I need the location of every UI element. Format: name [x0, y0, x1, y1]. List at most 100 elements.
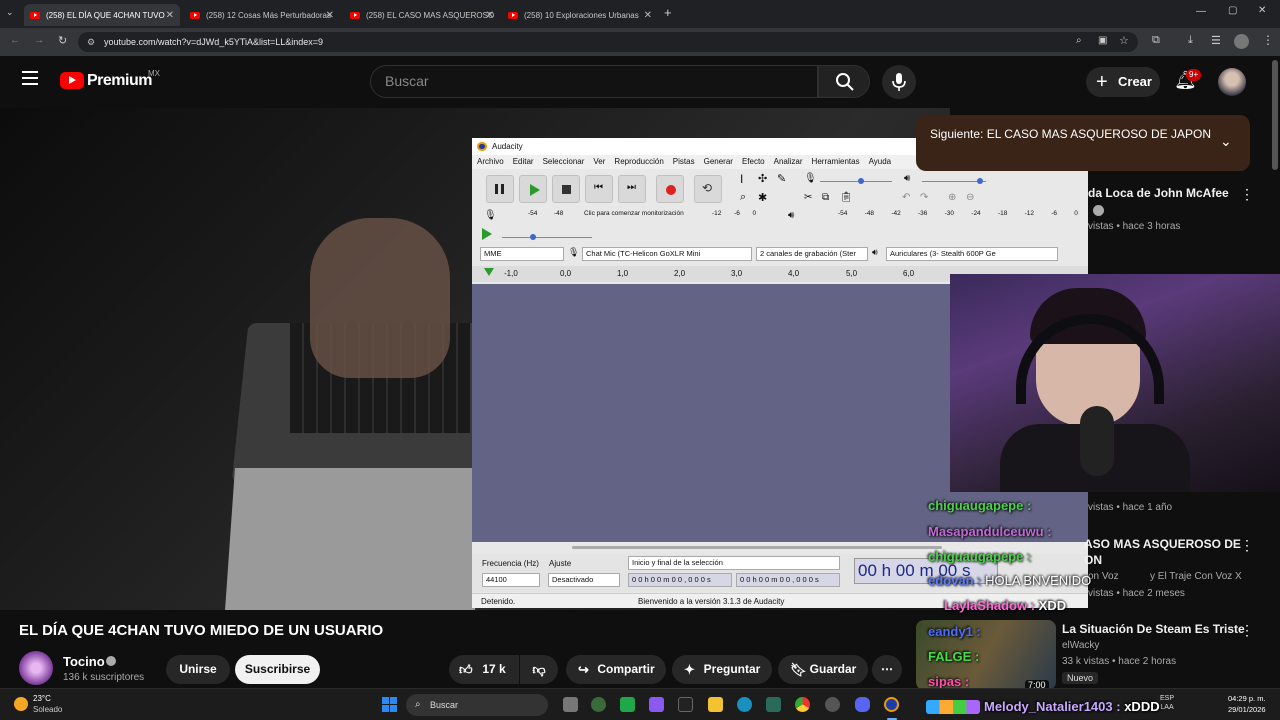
zoom-out-icon[interactable]: ⊖ [966, 192, 974, 203]
playback-meter[interactable]: -54 -48 -42 -36 -30 -24 -18 -12 -6 0 [838, 210, 1078, 217]
record-volume-slider[interactable] [820, 178, 892, 184]
multi-tool-icon[interactable]: ✱ [758, 191, 767, 204]
audio-host-select[interactable]: MME [480, 247, 564, 261]
app-icon-6[interactable] [825, 697, 840, 712]
audacity-taskbar-icon[interactable] [884, 697, 899, 712]
frequency-select[interactable]: 44100 [482, 573, 540, 587]
zoom-icon[interactable]: ⌕ [1076, 35, 1082, 46]
save-button[interactable]: 🔖︎ Guardar [778, 655, 868, 684]
stop-button[interactable] [552, 175, 580, 203]
taskbar-search[interactable]: ⌕ Buscar [406, 694, 548, 716]
site-info-icon[interactable]: ⚙ [87, 32, 95, 52]
search-input[interactable]: Buscar [370, 65, 818, 98]
kebab-menu-icon[interactable]: ⋮ [1240, 186, 1254, 203]
cut-icon[interactable]: ✂ [804, 192, 812, 203]
timeline-play-head-icon[interactable] [484, 268, 494, 276]
menu-efecto[interactable]: Efecto [742, 155, 765, 169]
undo-icon[interactable]: ↶ [902, 192, 910, 203]
channel-avatar[interactable] [19, 651, 53, 685]
like-button[interactable]: 👍︎ 17 k [449, 655, 519, 684]
subscribe-button[interactable]: Suscribirse [235, 655, 320, 684]
pause-button[interactable] [486, 175, 514, 203]
menu-pistas[interactable]: Pistas [673, 155, 695, 169]
chrome-icon[interactable] [795, 697, 810, 712]
menu-ver[interactable]: Ver [593, 155, 605, 169]
close-tab-icon[interactable]: ✕ [326, 10, 334, 21]
back-icon[interactable]: ← [10, 35, 20, 46]
horizontal-scrollbar[interactable] [572, 546, 942, 549]
chevron-down-icon[interactable]: ⌄ [1220, 133, 1232, 150]
tab-list-icon[interactable]: ⌄ [6, 7, 20, 21]
maximize-window-button[interactable]: ▢ [1228, 5, 1237, 16]
skip-end-button[interactable]: ⏭ [618, 175, 646, 203]
selection-start-time[interactable]: 0 0 h 0 0 m 0 0 , 0 0 0 s [628, 573, 732, 587]
selection-end-time[interactable]: 0 0 h 0 0 m 0 0 , 0 0 0 s [736, 573, 840, 587]
snap-select[interactable]: Desactivado [548, 573, 620, 587]
close-tab-icon[interactable]: ✕ [644, 10, 652, 21]
menu-archivo[interactable]: Archivo [477, 155, 504, 169]
clock-time[interactable]: 04:29 p. m. [1228, 694, 1266, 703]
menu-generar[interactable]: Generar [704, 155, 733, 169]
play-speed-slider[interactable] [502, 234, 592, 240]
file-explorer-icon[interactable] [708, 697, 723, 712]
install-icon[interactable]: ▣ [1098, 35, 1107, 46]
output-device-select[interactable]: Auriculares (3- Stealth 600P Ge [886, 247, 1058, 261]
app-icon-4[interactable] [678, 697, 693, 712]
sidebar-video-3-title[interactable]: ASO MAS ASQUEROSO DE [1084, 537, 1241, 551]
menu-herramientas[interactable]: Herramientas [812, 155, 860, 169]
clock-date[interactable]: 29/01/2026 [1228, 705, 1266, 714]
minimize-window-button[interactable]: — [1196, 6, 1206, 17]
close-tab-icon[interactable]: ✕ [486, 10, 494, 21]
forward-icon[interactable]: → [34, 35, 44, 46]
address-bar[interactable]: ⚙ youtube.com/watch?v=dJWd_k5YTiA&list=L… [78, 32, 1138, 52]
kebab-menu-icon[interactable]: ⋮ [1240, 537, 1254, 554]
sidebar-video-1-title[interactable]: da Loca de John McAfee [1088, 186, 1229, 200]
edge-icon[interactable] [737, 697, 752, 712]
keyboard-language[interactable]: ESP LAA [1160, 694, 1174, 712]
channels-select[interactable]: 2 canales de grabación (Ster [756, 247, 868, 261]
menu-seleccionar[interactable]: Seleccionar [543, 155, 585, 169]
play-button[interactable] [519, 175, 547, 203]
close-tab-icon[interactable]: ✕ [166, 10, 174, 21]
app-icon-5[interactable] [766, 697, 781, 712]
ask-button[interactable]: ✦ Preguntar [672, 655, 772, 684]
voice-search-button[interactable] [882, 65, 916, 99]
copy-icon[interactable]: ⧉ [822, 192, 829, 203]
record-button[interactable] [656, 175, 684, 203]
reload-icon[interactable]: ↻ [58, 34, 67, 47]
browser-menu-icon[interactable]: ⋮ [1262, 33, 1274, 47]
start-button[interactable] [382, 697, 397, 712]
menu-analizar[interactable]: Analizar [774, 155, 803, 169]
close-window-button[interactable]: ✕ [1258, 5, 1266, 16]
zoom-tool-icon[interactable]: ⌕ [740, 191, 746, 204]
app-icon-2[interactable] [620, 697, 635, 712]
share-button[interactable]: ↪ Compartir [566, 655, 666, 684]
skip-start-button[interactable]: ⏮ [585, 175, 613, 203]
draw-tool-icon[interactable]: ✎ [777, 172, 786, 185]
selection-tool-icon[interactable]: I [740, 172, 743, 186]
kebab-menu-icon[interactable]: ⋮ [1240, 622, 1254, 639]
account-avatar[interactable] [1218, 68, 1246, 96]
zoom-in-icon[interactable]: ⊕ [948, 192, 956, 203]
new-tab-button[interactable]: + [664, 5, 672, 20]
sidebar-video-4-title[interactable]: La Situación De Steam Es Triste [1062, 622, 1245, 636]
tab-3[interactable]: (258) EL CASO MAS ASQUEROSO ✕ [344, 4, 500, 26]
paste-icon[interactable]: 📋︎ [840, 192, 853, 203]
weather-icon[interactable] [14, 697, 28, 711]
menu-editar[interactable]: Editar [513, 155, 534, 169]
discord-icon[interactable] [855, 697, 870, 712]
dislike-button[interactable]: 👎︎ [520, 655, 558, 684]
channel-name[interactable]: Tocino [63, 654, 105, 669]
weather-desc[interactable]: Soleado [33, 705, 62, 714]
create-button[interactable]: + Crear [1086, 67, 1160, 97]
app-icon-3[interactable] [649, 697, 664, 712]
page-scrollbar[interactable] [1272, 60, 1278, 170]
record-meter-mic-icon[interactable]: 🎙︎ [804, 173, 817, 184]
task-view-icon[interactable] [563, 697, 578, 712]
weather-temp[interactable]: 23°C [33, 694, 51, 703]
profile-avatar[interactable] [1234, 34, 1249, 49]
playback-speaker-icon[interactable]: 🔊︎ [904, 173, 910, 184]
sidebar-video-3-title-line2[interactable]: ON [1084, 553, 1102, 567]
bookmark-star-icon[interactable]: ☆ [1119, 34, 1129, 47]
record-meter-icon[interactable]: 🎙︎ [484, 210, 497, 221]
